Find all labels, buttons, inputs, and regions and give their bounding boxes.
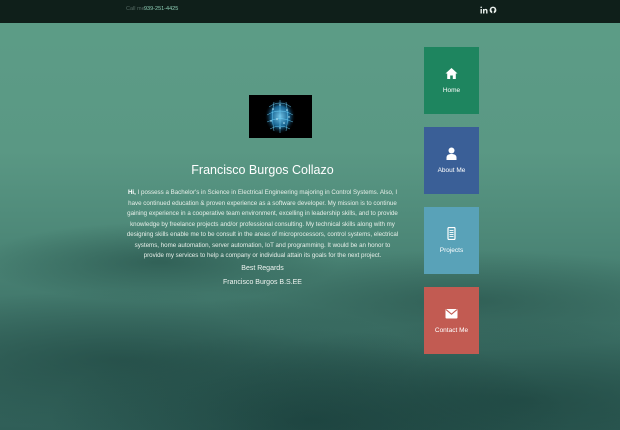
nav-home-button[interactable]: Home [424, 47, 479, 114]
bio-greeting: Hi, [127, 189, 136, 196]
profile-name: Francisco Burgos Collazo [191, 163, 334, 177]
nav-contact-label: Contact Me [434, 327, 469, 334]
linkedin-icon[interactable] [480, 6, 488, 14]
user-icon [445, 147, 458, 160]
nav-home-label: Home [442, 87, 461, 94]
github-icon[interactable] [489, 6, 497, 14]
top-bar: Call me 939-251-4425 [0, 0, 620, 23]
nav-contact-button[interactable]: Contact Me [424, 287, 479, 354]
phone-number[interactable]: 939-251-4425 [144, 6, 178, 12]
document-icon [445, 226, 458, 241]
nav-projects-button[interactable]: Projects [424, 207, 479, 274]
home-icon [445, 67, 458, 80]
envelope-icon [445, 307, 458, 320]
bio-paragraph: Hi, I possess a Bachelor's in Science in… [125, 188, 400, 262]
call-label: Call me [126, 6, 145, 12]
bio-text: I possess a Bachelor's in Science in Ele… [126, 189, 399, 259]
nav-projects-label: Projects [439, 247, 464, 254]
regards-text: Best Regards [241, 265, 284, 272]
nav-about-label: About Me [437, 167, 466, 174]
nav-about-button[interactable]: About Me [424, 127, 479, 194]
brain-logo [249, 95, 312, 138]
signature-text: Francisco Burgos B.S.EE [223, 279, 302, 286]
